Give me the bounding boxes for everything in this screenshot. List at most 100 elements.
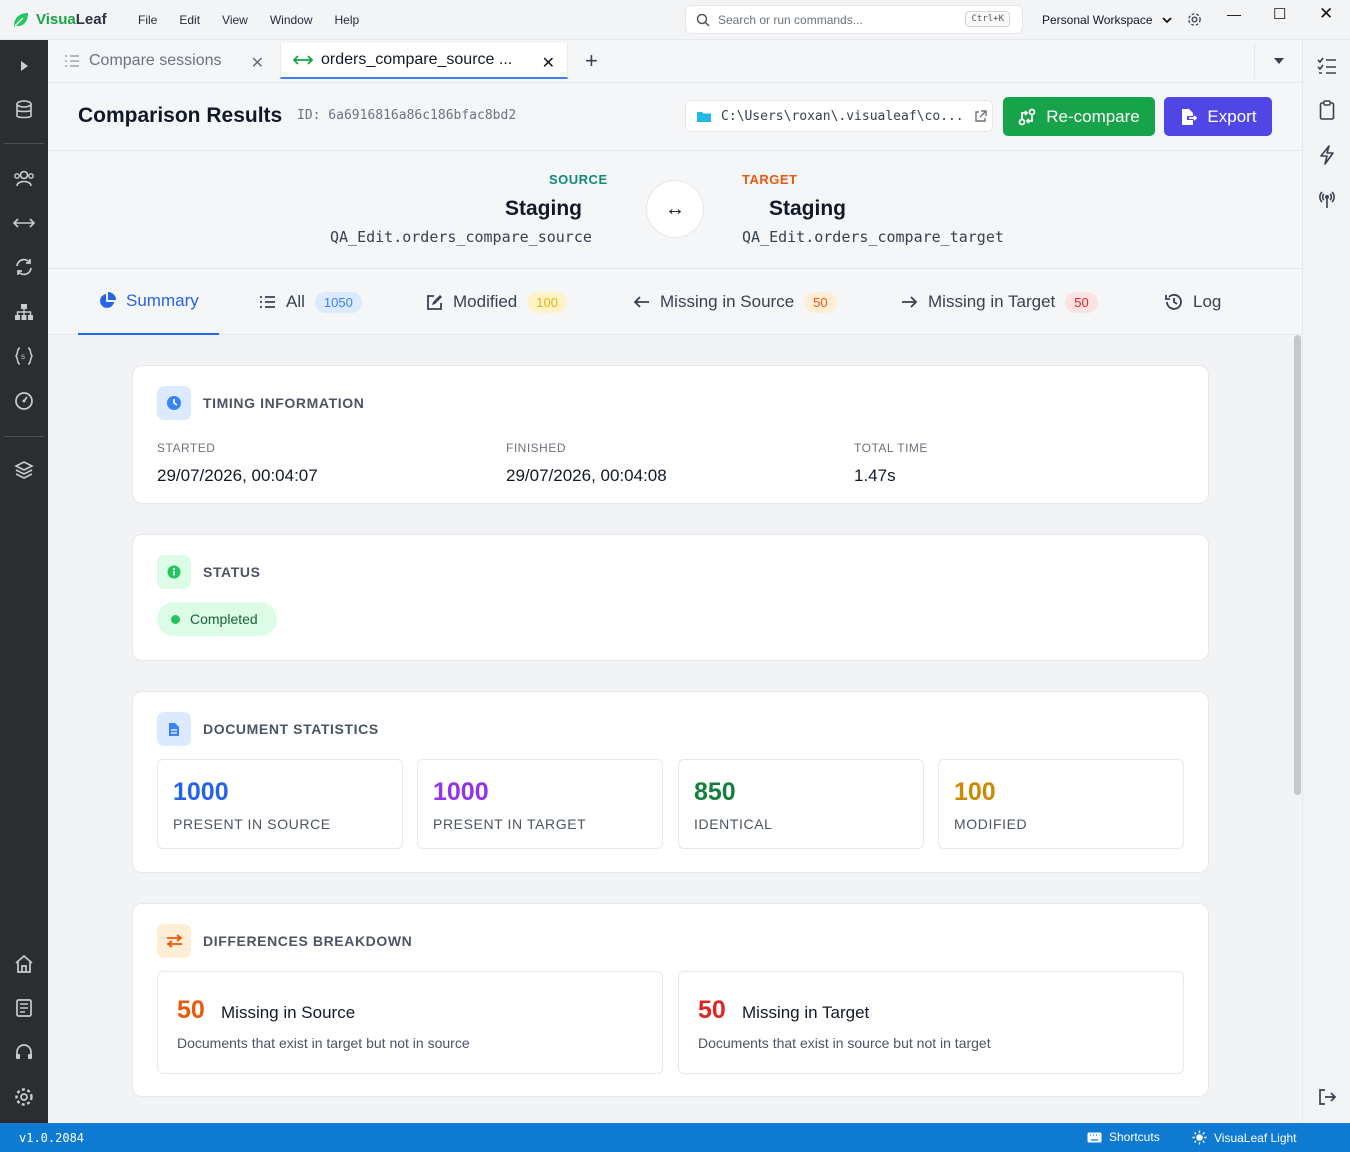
target-collection: QA_Edit.orders_compare_target [742, 228, 1004, 246]
output-path-text: C:\Users\roxan\.visualeaf\co... [721, 108, 964, 124]
json-schema-button[interactable]: s [12, 344, 36, 368]
chevron-down-icon [1161, 16, 1172, 23]
tab-compare-sessions[interactable]: Compare sessions ✕ [58, 43, 276, 79]
schema-button[interactable] [12, 300, 36, 324]
tab-modified[interactable]: Modified 100 [426, 269, 567, 335]
theme-switcher[interactable]: VisuaLeaf Light [1192, 1130, 1297, 1145]
output-path[interactable]: C:\Users\roxan\.visualeaf\co... [685, 100, 993, 132]
performance-button[interactable] [12, 389, 36, 413]
workspace-selector[interactable]: Personal Workspace [1042, 12, 1202, 27]
menu-edit[interactable]: Edit [179, 13, 200, 27]
source-target-panel: SOURCE Staging QA_Edit.orders_compare_so… [48, 151, 1302, 269]
gear-icon[interactable] [1187, 12, 1202, 27]
tab-log[interactable]: Log [1165, 269, 1221, 335]
arrows-horizontal-icon [13, 218, 35, 228]
list-icon [260, 296, 275, 308]
tab-missing-in-source[interactable]: Missing in Source 50 [633, 269, 837, 335]
command-search[interactable]: Search or run commands... Ctrl+K [685, 5, 1023, 34]
search-placeholder: Search or run commands... [718, 12, 863, 27]
swap-button[interactable]: ↔ [646, 180, 704, 238]
layers-button[interactable] [12, 458, 36, 482]
users-button[interactable] [12, 166, 36, 190]
clipboard-icon [1319, 100, 1335, 120]
expand-sidebar-button[interactable] [12, 54, 36, 78]
clipboard-button[interactable] [1315, 98, 1339, 122]
sync-icon [16, 258, 32, 276]
recompare-button[interactable]: Re-compare [1003, 97, 1155, 136]
tab-missing-source-label: Missing in Source [660, 292, 795, 311]
tasks-button[interactable] [1315, 54, 1339, 78]
antenna-icon [1319, 191, 1335, 208]
settings-button[interactable] [12, 1085, 36, 1109]
all-count-badge: 1050 [314, 291, 362, 313]
differences-title: DIFFERENCES BREAKDOWN [203, 933, 413, 949]
svg-text:s: s [21, 352, 25, 361]
target-name: Staging [769, 197, 846, 220]
stat-value: 1000 [433, 778, 489, 806]
tab-missing-in-target[interactable]: Missing in Target 50 [901, 269, 1098, 335]
scrollbar-thumb[interactable] [1294, 335, 1301, 795]
started-label: STARTED [157, 441, 216, 455]
app-version: v1.0.2084 [19, 1131, 85, 1145]
tab-list-dropdown[interactable] [1254, 43, 1302, 79]
activity-bar: s [0, 40, 48, 1123]
menu-view[interactable]: View [222, 13, 248, 27]
git-compare-icon [1018, 108, 1036, 125]
menu-help[interactable]: Help [335, 13, 360, 27]
status-badge: Completed [157, 602, 277, 636]
status-title: STATUS [203, 564, 261, 580]
timing-title: TIMING INFORMATION [203, 395, 365, 411]
logout-button[interactable] [1315, 1085, 1339, 1109]
stat-present-in-target: 1000 PRESENT IN TARGET [417, 759, 663, 849]
compare-button[interactable] [12, 211, 36, 235]
differences-card: DIFFERENCES BREAKDOWN 50 Missing in Sour… [132, 903, 1209, 1097]
recompare-label: Re-compare [1046, 106, 1140, 126]
sync-button[interactable] [12, 255, 36, 279]
headset-icon [16, 1044, 32, 1059]
docs-button[interactable] [12, 996, 36, 1020]
minimize-button[interactable]: — [1227, 6, 1241, 22]
tab-log-label: Log [1193, 292, 1222, 311]
layers-icon [14, 461, 34, 479]
search-shortcut: Ctrl+K [965, 11, 1010, 27]
curly-braces-icon: s [14, 347, 34, 365]
source-collection: QA_Edit.orders_compare_source [330, 228, 592, 246]
missing-in-source-box[interactable]: 50 Missing in Source Documents that exis… [157, 971, 663, 1074]
missing-in-target-box[interactable]: 50 Missing in Target Documents that exis… [678, 971, 1184, 1074]
tab-summary[interactable]: Summary [78, 269, 219, 335]
content-scrollbar[interactable] [1293, 335, 1302, 1123]
shortcuts-label: Shortcuts [1109, 1130, 1160, 1144]
stat-identical: 850 IDENTICAL [678, 759, 924, 849]
close-window-button[interactable]: ✕ [1319, 4, 1333, 24]
timing-card: TIMING INFORMATION STARTED 29/07/2026, 0… [132, 365, 1209, 504]
menu-file[interactable]: File [138, 13, 157, 27]
gear-icon [15, 1088, 33, 1106]
stat-present-in-source: 1000 PRESENT IN SOURCE [157, 759, 403, 849]
app-logo: Visua Leaf [12, 11, 138, 29]
close-tab-icon[interactable]: ✕ [251, 53, 264, 73]
document-icon [157, 712, 191, 746]
missing-source-count: 50 [177, 996, 205, 1024]
shortcuts-button[interactable]: Shortcuts [1087, 1130, 1160, 1144]
comparison-id: ID: 6a6916816a86c186bfac8bd2 [297, 108, 517, 123]
app-name-suffix: Leaf [75, 11, 107, 28]
external-link-icon[interactable] [974, 109, 987, 123]
stat-modified: 100 MODIFIED [938, 759, 1184, 849]
tab-orders-compare[interactable]: orders_compare_source ... ✕ [280, 43, 568, 79]
status-bar: v1.0.2084 Shortcuts VisuaLeaf Light [0, 1123, 1350, 1152]
result-tabs: Summary All 1050 Modified 100 Missing in… [48, 269, 1302, 335]
tab-all[interactable]: All 1050 [259, 269, 362, 335]
broadcast-button[interactable] [1315, 187, 1339, 211]
support-button[interactable] [12, 1041, 36, 1065]
total-time-value: 1.47s [854, 466, 896, 485]
connections-button[interactable] [12, 98, 36, 122]
menu-window[interactable]: Window [270, 13, 313, 27]
close-tab-icon[interactable]: ✕ [542, 53, 555, 73]
quick-actions-button[interactable] [1315, 143, 1339, 167]
maximize-button[interactable]: ☐ [1273, 5, 1286, 23]
new-tab-button[interactable]: + [585, 48, 598, 74]
export-button[interactable]: Export [1164, 97, 1272, 136]
keyboard-icon [1087, 1132, 1102, 1142]
tab-label: orders_compare_source ... [321, 51, 513, 68]
home-button[interactable] [12, 952, 36, 976]
